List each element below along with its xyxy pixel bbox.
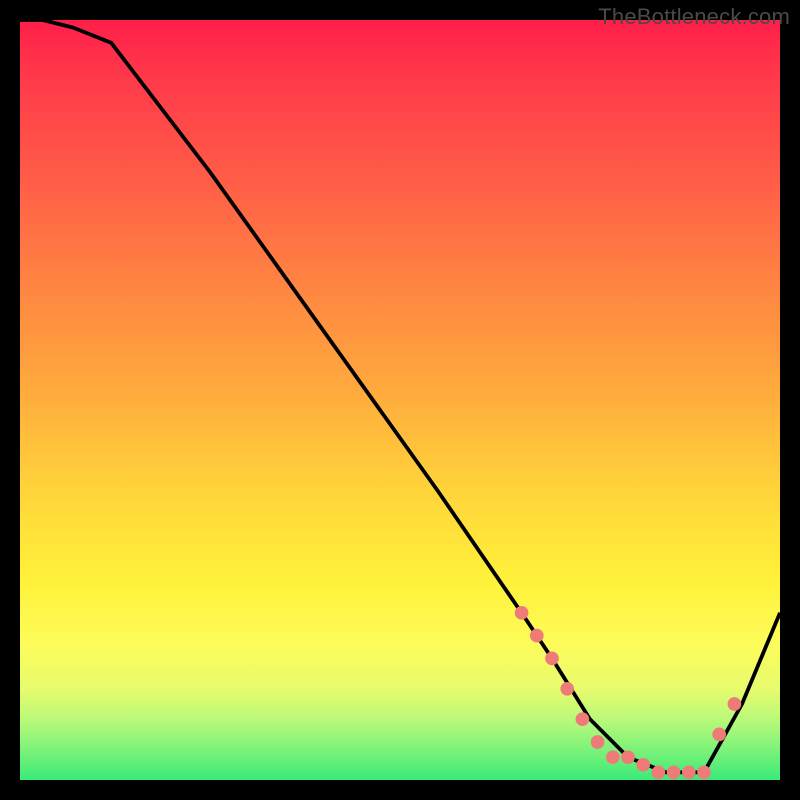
marker-point <box>560 682 574 696</box>
marker-point <box>591 735 605 749</box>
marker-point <box>545 652 559 666</box>
marker-point <box>606 750 620 764</box>
marker-point <box>697 766 711 780</box>
marker-point <box>515 606 529 620</box>
bottleneck-curve <box>20 20 780 772</box>
highlight-markers <box>515 606 741 779</box>
marker-point <box>652 766 666 780</box>
marker-point <box>636 758 650 772</box>
marker-point <box>682 766 696 780</box>
marker-point <box>576 712 590 726</box>
marker-point <box>712 728 726 742</box>
watermark-text: TheBottleneck.com <box>598 4 790 30</box>
marker-point <box>667 766 681 780</box>
marker-point <box>621 750 635 764</box>
marker-point <box>728 697 742 711</box>
plot-area <box>20 20 780 780</box>
chart-overlay-svg <box>20 20 780 780</box>
chart-frame: TheBottleneck.com <box>0 0 800 800</box>
marker-point <box>530 629 544 643</box>
